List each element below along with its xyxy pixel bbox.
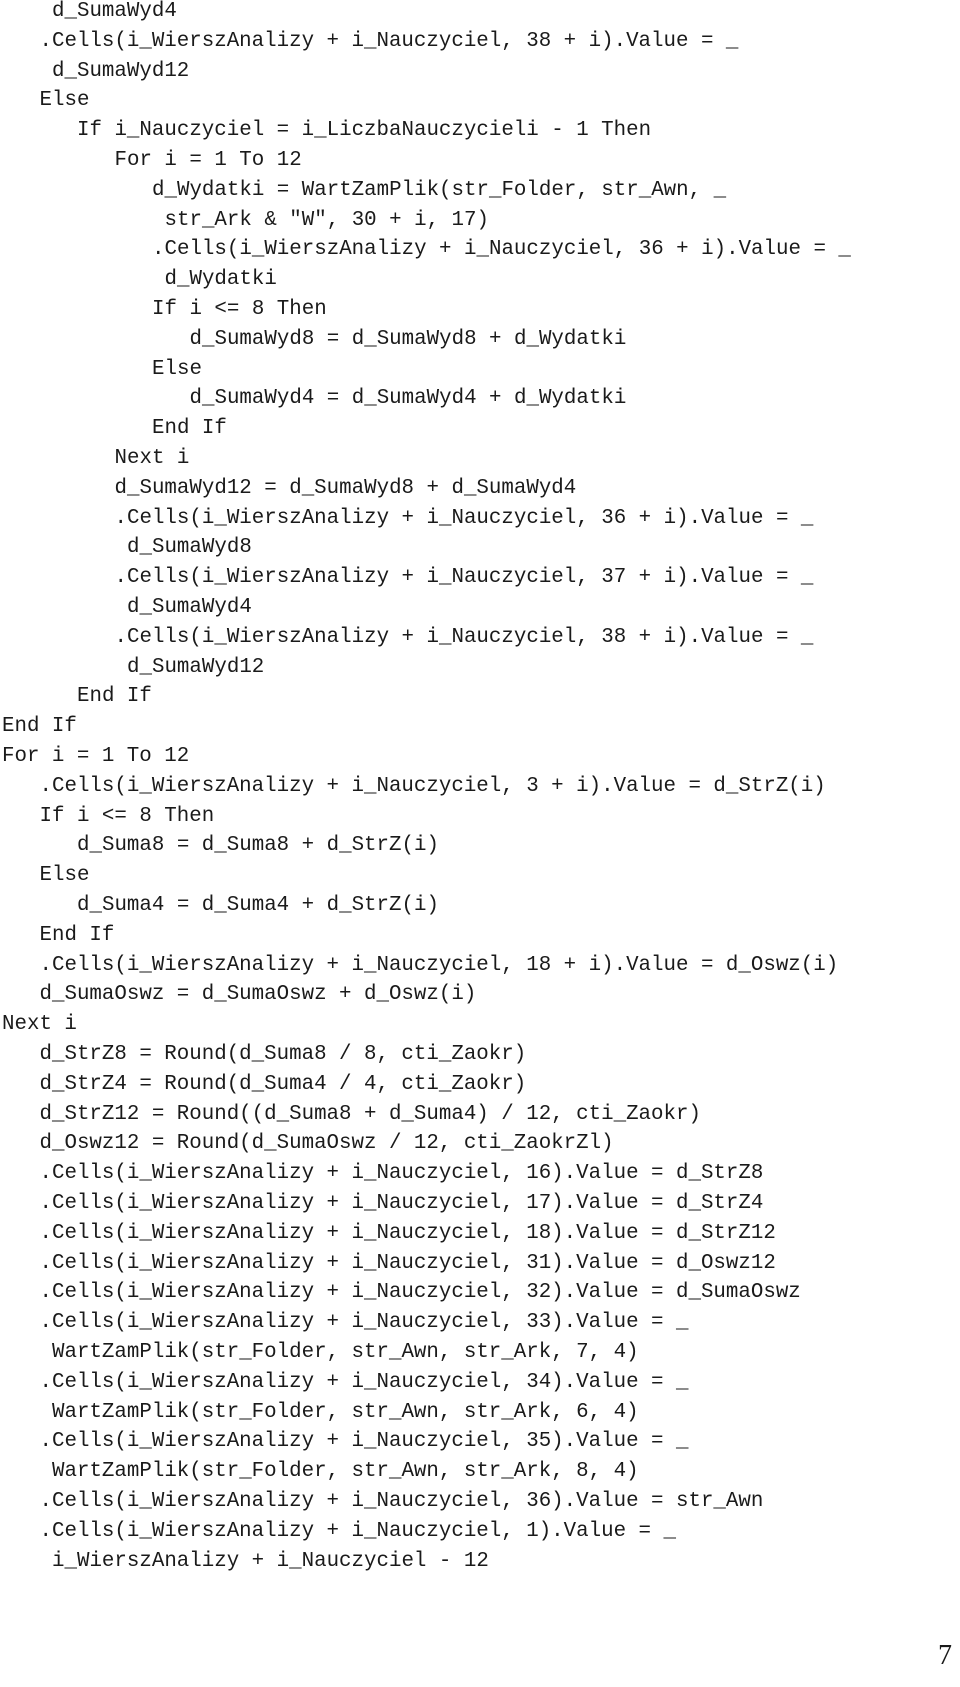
code-line: d_StrZ8 = Round(d_Suma8 / 8, cti_Zaokr) [39,1043,527,1066]
code-line: WartZamPlik(str_Folder, str_Awn, str_Ark… [52,1341,639,1364]
code-line: d_Wydatki [164,268,277,292]
code-line: End If [77,685,152,709]
code-line: For i = 1 To 12 [2,745,190,768]
code-line: d_SumaWyd4 = d_SumaWyd4 + d_Wydatki [189,387,627,411]
code-line: .Cells(i_WierszAnalizy + i_Nauczyciel, 1… [39,953,839,977]
code-line: Else [39,89,90,113]
code-line: d_StrZ4 = Round(d_Suma4 / 4, cti_Zaokr) [39,1072,527,1096]
code-line: .Cells(i_WierszAnalizy + i_Nauczyciel, 1… [39,1192,764,1215]
code-line: End If [39,923,115,947]
code-line: If i_Nauczyciel = i_LiczbaNauczycieli - … [77,119,652,143]
code-line: WartZamPlik(str_Folder, str_Awn, str_Ark… [52,1460,639,1484]
code-line: d_SumaWyd12 [127,655,265,679]
code-line: Else [152,357,202,381]
code-line: d_Suma4 = d_Suma4 + d_StrZ(i) [77,894,439,917]
code-line: End If [152,417,227,441]
page-number: 7 [938,1640,952,1671]
code-line: End If [2,715,77,739]
code-line: For i = 1 To 12 [114,149,302,172]
code-line: d_StrZ12 = Round((d_Suma8 + d_Suma4) / 1… [39,1102,701,1126]
code-line: d_SumaWyd12 [52,59,190,83]
code-line: .Cells(i_WierszAnalizy + i_Nauczyciel, 1… [39,1221,776,1245]
code-line: Next i [2,1013,77,1037]
code-line: d_Oswz12 = Round(d_SumaOswz / 12, cti_Za… [39,1132,614,1156]
code-line: d_SumaWyd8 [127,536,252,560]
code-line: d_SumaWyd12 = d_SumaWyd8 + d_SumaWyd4 [114,476,577,500]
code-line: d_SumaWyd4 [52,0,177,23]
code-line: .Cells(i_WierszAnalizy + i_Nauczyciel, 3… [39,29,739,53]
code-line: Next i [114,447,190,470]
code-line: .Cells(i_WierszAnalizy + i_Nauczyciel, 3… [39,1281,801,1305]
code-line: .Cells(i_WierszAnalizy + i_Nauczyciel, 1… [39,1519,677,1543]
code-line: d_SumaOswz = d_SumaOswz + d_Oswz(i) [39,983,477,1007]
code-line: d_SumaWyd4 [127,596,252,619]
code-line: .Cells(i_WierszAnalizy + i_Nauczyciel, 1… [39,1162,764,1186]
code-line: If i <= 8 Then [39,804,215,828]
code-line: If i <= 8 Then [152,298,327,321]
code-line: .Cells(i_WierszAnalizy + i_Nauczyciel, 3… [39,774,826,798]
code-line: d_SumaWyd8 = d_SumaWyd8 + d_Wydatki [189,327,627,351]
code-line: .Cells(i_WierszAnalizy + i_Nauczyciel, 3… [39,1430,689,1454]
code-line: d_Wydatki = WartZamPlik(str_Folder, str_… [152,178,727,202]
code-line: str_Ark & "W", 30 + i, 17) [164,208,489,232]
code-line: .Cells(i_WierszAnalizy + i_Nauczyciel, 3… [114,566,814,590]
code-line: WartZamPlik(str_Folder, str_Awn, str_Ark… [52,1400,639,1424]
code-line: .Cells(i_WierszAnalizy + i_Nauczyciel, 3… [39,1311,689,1335]
code-line: .Cells(i_WierszAnalizy + i_Nauczyciel, 3… [39,1370,689,1394]
code-line: .Cells(i_WierszAnalizy + i_Nauczyciel, 3… [114,625,814,649]
code-line: d_Suma8 = d_Suma8 + d_StrZ(i) [77,834,439,858]
code-line: Else [39,864,90,888]
code-line: .Cells(i_WierszAnalizy + i_Nauczyciel, 3… [114,506,814,530]
code-line: .Cells(i_WierszAnalizy + i_Nauczyciel, 3… [39,1251,776,1275]
code-line: i_WierszAnalizy + i_Nauczyciel - 12 [52,1549,489,1573]
code-line: .Cells(i_WierszAnalizy + i_Nauczyciel, 3… [39,1490,764,1513]
code-line: .Cells(i_WierszAnalizy + i_Nauczyciel, 3… [152,238,851,262]
